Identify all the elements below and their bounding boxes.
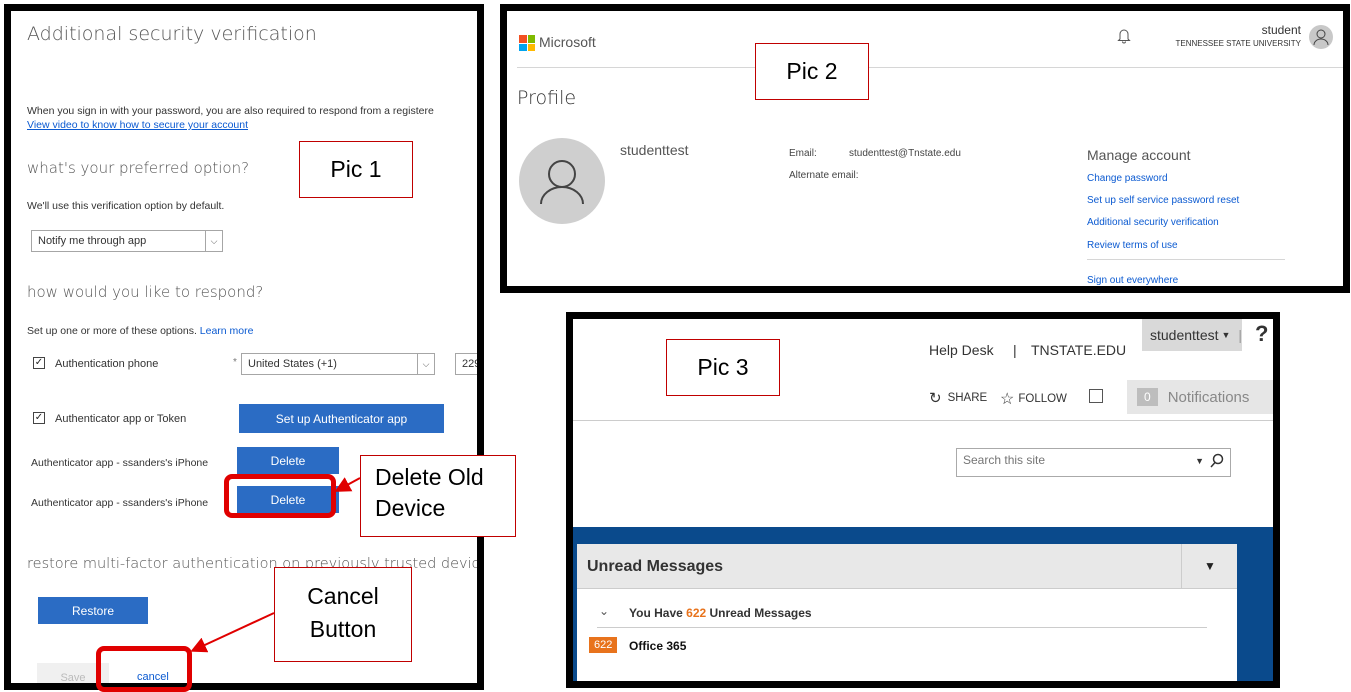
delete-arrow — [334, 477, 361, 492]
cancel-arrow — [190, 612, 275, 653]
annotation-arrows — [190, 477, 361, 653]
